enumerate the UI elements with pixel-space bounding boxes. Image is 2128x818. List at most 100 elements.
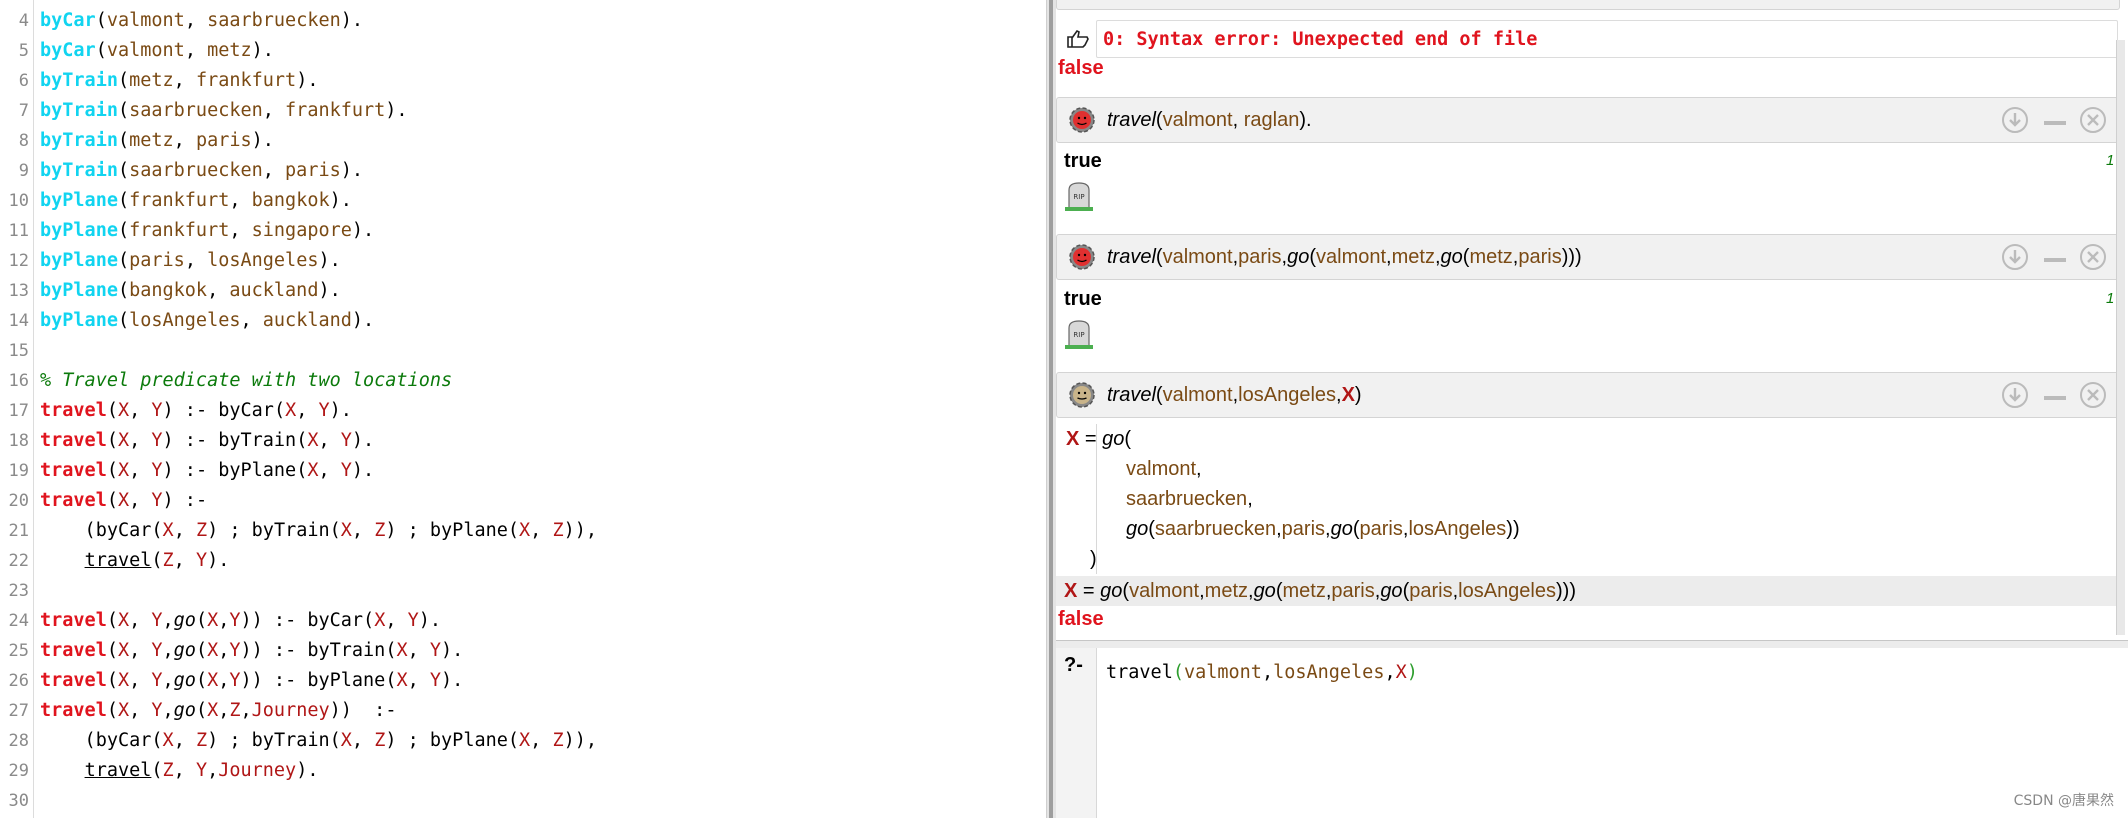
token-atom: losAngeles <box>1458 580 1556 602</box>
code-line[interactable]: 11 byPlane(frankfurt, singapore). <box>0 216 375 246</box>
token-punc: ). <box>340 160 364 181</box>
query-header: travel(valmont,paris,go(valmont,metz,go(… <box>1056 234 2120 280</box>
console-scrollbar[interactable] <box>2116 40 2125 635</box>
token-punc: ( <box>329 730 341 751</box>
code-line[interactable]: 24 travel(X, Y,go(X,Y)) :- byCar(X, Y). <box>0 606 442 636</box>
token-punc: ) :- <box>162 490 208 511</box>
token-atom: bangkok <box>251 190 330 211</box>
code-line[interactable]: 14 byPlane(losAngeles, auckland). <box>0 306 375 336</box>
error-message: 0: Syntax error: Unexpected end of file <box>1096 20 2118 58</box>
code-line[interactable]: 30 <box>0 786 29 816</box>
token-var: X <box>396 640 408 661</box>
code-line[interactable]: 27 travel(X, Y,go(X,Z,Journey)) :- <box>0 696 397 726</box>
code-line[interactable]: 25 travel(X, Y,go(X,Y)) :- byTrain(X, Y). <box>0 636 464 666</box>
token-var: Z <box>552 520 564 541</box>
close-icon[interactable] <box>2079 106 2107 134</box>
code-line[interactable]: 9 byTrain(saarbruecken, paris). <box>0 156 363 186</box>
token-punc: ( <box>296 460 308 481</box>
minimize-icon[interactable] <box>2041 243 2069 271</box>
code-line[interactable]: 17 travel(X, Y) :- byCar(X, Y). <box>0 396 352 426</box>
token-atom: paris <box>1281 518 1326 540</box>
code-line[interactable]: 10 byPlane(frankfurt, bangkok). <box>0 186 352 216</box>
download-icon[interactable] <box>2001 381 2029 409</box>
code-line[interactable]: 21 (byCar(X, Z) ; byTrain(X, Z) ; byPlan… <box>0 516 597 546</box>
code-line[interactable]: 18 travel(X, Y) :- byTrain(X, Y). <box>0 426 375 456</box>
answer-line: valmont, <box>1126 454 1202 484</box>
code-line[interactable]: 6 byTrain(metz, frankfurt). <box>0 66 319 96</box>
token-punc: ( <box>117 160 130 181</box>
code-line[interactable]: 29 travel(Z, Y,Journey). <box>0 756 319 786</box>
token-punc: , <box>162 640 174 661</box>
token-punc: )) <box>1506 518 1520 540</box>
gear-icon-grey <box>1069 382 1095 408</box>
code-line[interactable]: 16 % Travel predicate with two locations <box>0 366 453 396</box>
token-punc: , <box>129 430 152 451</box>
code-text: byTrain(saarbruecken, paris). <box>40 156 363 186</box>
code-line[interactable]: 15 <box>0 336 29 366</box>
token-punc: )) :- <box>240 610 308 631</box>
token-var: Y <box>195 550 208 571</box>
gear-icon-red <box>1069 244 1095 270</box>
token-atom: paris <box>1359 518 1403 540</box>
token-punc: , <box>173 520 196 541</box>
code-line[interactable]: 12 byPlane(paris, losAngeles). <box>0 246 341 276</box>
code-line[interactable]: 5 byCar(valmont, metz). <box>0 36 274 66</box>
token-var: X <box>117 460 130 481</box>
code-line[interactable]: 8 byTrain(metz, paris). <box>0 126 274 156</box>
code-line[interactable]: 23 <box>0 576 29 606</box>
line-number: 17 <box>8 401 29 421</box>
token-punc: ). <box>296 760 319 781</box>
code-line[interactable]: 20 travel(X, Y) :- <box>0 486 208 516</box>
close-icon[interactable] <box>2079 381 2107 409</box>
query-input[interactable]: travel(valmont,losAngeles,X) <box>1106 662 1418 683</box>
code-line[interactable]: 7 byTrain(saarbruecken, frankfurt). <box>0 96 408 126</box>
token-var: Y <box>151 610 163 631</box>
code-line[interactable]: 19 travel(X, Y) :- byPlane(X, Y). <box>0 456 375 486</box>
token-punc: , <box>207 760 219 781</box>
download-icon[interactable] <box>2001 106 2029 134</box>
query-input-area[interactable]: ?- travel(valmont,losAngeles,X) CSDN @唐果… <box>1056 648 2128 818</box>
token-fn: travel <box>1107 384 1156 406</box>
token-punc: ( <box>273 400 286 421</box>
line-number: 10 <box>8 191 29 211</box>
token-punc: ). <box>318 280 341 301</box>
token-head: travel <box>40 700 107 721</box>
token-atom: valmont <box>1162 246 1233 268</box>
token-punc: , <box>218 670 230 691</box>
code-line[interactable]: 4 byCar(valmont, saarbruecken). <box>0 6 363 36</box>
answer-line: X = go( <box>1066 424 1131 454</box>
splitter-grip[interactable] <box>1049 0 1053 818</box>
code-line[interactable]: 26 travel(X, Y,go(X,Y)) :- byPlane(X, Y). <box>0 666 464 696</box>
minimize-icon[interactable] <box>2041 381 2069 409</box>
minimize-icon[interactable] <box>2041 106 2069 134</box>
token-var: X <box>117 700 130 721</box>
token-goal: byCar <box>95 520 152 541</box>
query-text: travel(valmont,paris,go(valmont,metz,go(… <box>1107 235 1582 279</box>
download-icon[interactable] <box>2001 243 2029 271</box>
code-text: byTrain(saarbruecken, frankfurt). <box>40 96 408 126</box>
token-var: Z <box>374 730 386 751</box>
token-atom: saarbruecken <box>129 100 263 121</box>
code-line[interactable]: 28 (byCar(X, Z) ; byTrain(X, Z) ; byPlan… <box>0 726 597 756</box>
token-head: travel <box>40 460 107 481</box>
token-punc: )) :- <box>329 700 397 721</box>
token-var: Z <box>552 730 564 751</box>
query-console: 0: Syntax error: Unexpected end of file … <box>1056 0 2128 640</box>
code-editor[interactable]: 4 byCar(valmont, saarbruecken). 5 byCar(val… <box>0 0 1046 818</box>
code-line[interactable]: 13 byPlane(bangkok, auckland). <box>0 276 341 306</box>
code-text: byPlane(paris, losAngeles). <box>40 246 341 276</box>
token-atom: saarbruecken <box>207 10 341 31</box>
token-punc: , <box>1247 488 1253 510</box>
code-text: byCar(valmont, saarbruecken). <box>40 6 363 36</box>
code-line[interactable]: 22 travel(Z, Y). <box>0 546 230 576</box>
token-punc: ( <box>117 100 130 121</box>
token-var: Journey <box>251 700 330 721</box>
line-number: 28 <box>8 731 29 751</box>
token-punc: , <box>184 10 208 31</box>
token-fn: travel <box>1107 246 1156 268</box>
close-icon[interactable] <box>2079 243 2107 271</box>
true-result: true <box>1064 150 1102 172</box>
token-punc: ))) <box>1561 246 1582 268</box>
token-atom: valmont <box>106 10 185 31</box>
token-var: Y <box>340 430 352 451</box>
